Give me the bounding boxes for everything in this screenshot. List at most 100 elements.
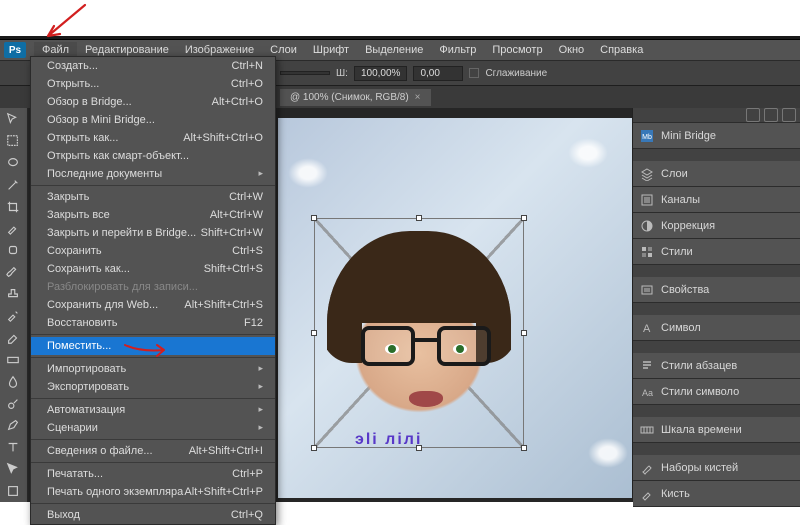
menu-item[interactable]: Сохранить для Web...Alt+Shift+Ctrl+S: [31, 296, 275, 314]
panel-layers[interactable]: Слои: [633, 161, 800, 187]
menu-select[interactable]: Выделение: [357, 42, 431, 58]
brush-tool[interactable]: [0, 261, 26, 283]
panel-channels[interactable]: Каналы: [633, 187, 800, 213]
menu-item-label: Сценарии: [47, 422, 98, 434]
transform-handle[interactable]: [311, 215, 317, 221]
placed-image-transform[interactable]: эli лiлi: [314, 218, 524, 448]
shape-tool[interactable]: [0, 480, 26, 502]
history-brush-tool[interactable]: [0, 305, 26, 327]
healing-tool[interactable]: [0, 239, 26, 261]
path-tool[interactable]: [0, 458, 26, 480]
height-field[interactable]: 0,00: [413, 66, 463, 81]
panel-props[interactable]: Свойства: [633, 277, 800, 303]
menu-item[interactable]: Печатать...Ctrl+P: [31, 465, 275, 483]
panel-adjust[interactable]: Коррекция: [633, 213, 800, 239]
panel-styles[interactable]: Стили: [633, 239, 800, 265]
panel-para[interactable]: Стили абзацев: [633, 353, 800, 379]
menu-item[interactable]: Последние документы: [31, 165, 275, 183]
dove-shape: [568, 138, 608, 168]
menu-item[interactable]: Сохранить как...Shift+Ctrl+S: [31, 260, 275, 278]
menu-item-shortcut: Ctrl+S: [232, 245, 263, 257]
styles-icon: [639, 245, 655, 259]
smoothing-label: Сглаживание: [485, 68, 547, 79]
transform-handle[interactable]: [521, 330, 527, 336]
menu-item-shortcut: F12: [244, 317, 263, 329]
transform-handle[interactable]: [416, 445, 422, 451]
menu-item-shortcut: Alt+Ctrl+W: [210, 209, 263, 221]
type-tool[interactable]: [0, 436, 26, 458]
menu-item[interactable]: Создать...Ctrl+N: [31, 57, 275, 75]
settings-icon[interactable]: [764, 108, 778, 122]
dodge-tool[interactable]: [0, 393, 26, 415]
annotation-arrow-place: [120, 342, 170, 367]
menu-item[interactable]: ЗакрытьCtrl+W: [31, 188, 275, 206]
canvas[interactable]: эli лiлi: [278, 118, 632, 498]
panel-cstr[interactable]: Aa Стили символо: [633, 379, 800, 405]
transform-handle[interactable]: [311, 445, 317, 451]
menu-item[interactable]: ВыходCtrl+Q: [31, 506, 275, 524]
eyedropper-tool[interactable]: [0, 217, 26, 239]
menu-item[interactable]: Обзор в Mini Bridge...: [31, 111, 275, 129]
options-field-1[interactable]: [280, 71, 330, 75]
eraser-tool[interactable]: [0, 327, 26, 349]
menu-filter[interactable]: Фильтр: [431, 42, 484, 58]
width-field[interactable]: 100,00%: [354, 66, 407, 81]
panel-brush2[interactable]: Кисть: [633, 481, 800, 507]
gradient-tool[interactable]: [0, 349, 26, 371]
placed-face: [327, 231, 511, 435]
blur-tool[interactable]: [0, 371, 26, 393]
menu-item[interactable]: Открыть как...Alt+Shift+Ctrl+O: [31, 129, 275, 147]
marquee-tool[interactable]: [0, 130, 26, 152]
smoothing-checkbox[interactable]: [469, 68, 479, 78]
menu-help[interactable]: Справка: [592, 42, 651, 58]
panel-label: Символ: [661, 322, 701, 334]
cstr-icon: Aa: [639, 385, 655, 399]
menu-item[interactable]: Обзор в Bridge...Alt+Ctrl+O: [31, 93, 275, 111]
menu-item[interactable]: ВосстановитьF12: [31, 314, 275, 332]
panel-char[interactable]: A Символ: [633, 315, 800, 341]
move-tool[interactable]: [0, 108, 26, 130]
menu-item-label: Печатать...: [47, 468, 103, 480]
tab-close-icon[interactable]: ×: [415, 92, 421, 103]
panel-mb[interactable]: MbMini Bridge: [633, 123, 800, 149]
panel-strip: [633, 108, 800, 123]
panel-label: Кисть: [661, 488, 690, 500]
pen-tool[interactable]: [0, 414, 26, 436]
char-icon: A: [639, 321, 655, 335]
wand-tool[interactable]: [0, 174, 26, 196]
menu-item[interactable]: Экспортировать: [31, 378, 275, 396]
menu-item[interactable]: СохранитьCtrl+S: [31, 242, 275, 260]
glasses: [361, 326, 491, 368]
transform-handle[interactable]: [311, 330, 317, 336]
menu-item[interactable]: Закрыть всеAlt+Ctrl+W: [31, 206, 275, 224]
menu-item-label: Сведения о файле...: [47, 445, 153, 457]
menu-item[interactable]: Открыть как смарт-объект...: [31, 147, 275, 165]
transform-handle[interactable]: [521, 445, 527, 451]
stamp-tool[interactable]: [0, 283, 26, 305]
crop-tool[interactable]: [0, 196, 26, 218]
transform-handle[interactable]: [416, 215, 422, 221]
transform-handle[interactable]: [521, 215, 527, 221]
menu-item-shortcut: Shift+Ctrl+S: [204, 263, 263, 275]
menu-item[interactable]: Печать одного экземпляраAlt+Shift+Ctrl+P: [31, 483, 275, 501]
document-tab[interactable]: @ 100% (Снимок, RGB/8) ×: [280, 89, 431, 106]
menu-type[interactable]: Шрифт: [305, 42, 357, 58]
brush-icon: [639, 461, 655, 475]
menu-item[interactable]: Автоматизация: [31, 401, 275, 419]
panel-brush[interactable]: Наборы кистей: [633, 455, 800, 481]
panel-label: Стили символо: [661, 386, 739, 398]
menu-view[interactable]: Просмотр: [484, 42, 550, 58]
workspace-icon[interactable]: [746, 108, 760, 122]
menu-item-label: Выход: [47, 509, 80, 521]
panel-time[interactable]: Шкала времени: [633, 417, 800, 443]
lasso-tool[interactable]: [0, 152, 26, 174]
menu-item[interactable]: Закрыть и перейти в Bridge...Shift+Ctrl+…: [31, 224, 275, 242]
collapse-icon[interactable]: [782, 108, 796, 122]
menu-item-shortcut: Alt+Shift+Ctrl+P: [184, 486, 263, 498]
menu-item[interactable]: Открыть...Ctrl+O: [31, 75, 275, 93]
mb-icon: Mb: [639, 129, 655, 143]
menu-window[interactable]: Окно: [551, 42, 593, 58]
tab-title: @ 100% (Снимок, RGB/8): [290, 92, 409, 103]
menu-item[interactable]: Сценарии: [31, 419, 275, 437]
menu-item[interactable]: Сведения о файле...Alt+Shift+Ctrl+I: [31, 442, 275, 460]
